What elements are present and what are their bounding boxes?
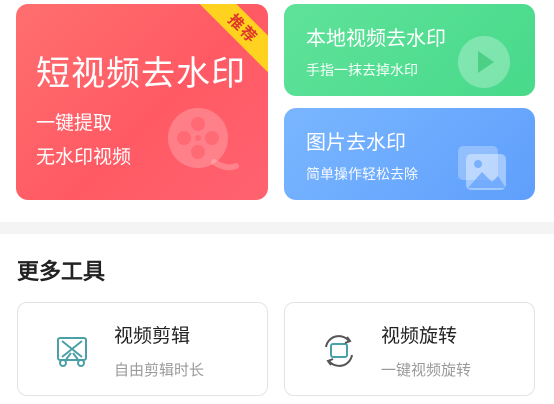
- tool-video-cut[interactable]: 视频剪辑 自由剪辑时长: [17, 302, 268, 396]
- local-card-title: 本地视频去水印: [306, 26, 446, 50]
- play-icon: [458, 36, 510, 88]
- tool-subtitle: 一键视频旋转: [381, 361, 472, 379]
- local-card-subtitle: 手指一抹去掉水印: [306, 63, 418, 79]
- local-video-watermark-card[interactable]: 本地视频去水印 手指一抹去掉水印: [284, 4, 535, 96]
- video-rotate-icon: [325, 335, 353, 367]
- recommend-badge: 推荐: [196, 4, 268, 76]
- more-tools-title: 更多工具: [17, 260, 106, 285]
- video-cut-icon: [57, 337, 87, 367]
- recommend-ribbon: 推荐: [196, 4, 268, 76]
- film-reel-icon: [168, 108, 239, 171]
- short-video-watermark-card[interactable]: 短视频去水印 一键提取 无水印视频 推荐: [16, 4, 268, 200]
- image-card-title: 图片去水印: [306, 130, 406, 154]
- main-card-line2: 无水印视频: [36, 146, 132, 168]
- main-card-line1: 一键提取: [36, 112, 113, 134]
- tool-name: 视频旋转: [381, 325, 458, 347]
- tool-video-rotate[interactable]: 视频旋转 一键视频旋转: [284, 302, 535, 396]
- tool-name: 视频剪辑: [114, 325, 191, 347]
- image-watermark-card[interactable]: 图片去水印 简单操作轻松去除: [284, 108, 535, 200]
- gallery-icon: [458, 146, 506, 190]
- image-card-subtitle: 简单操作轻松去除: [306, 167, 418, 183]
- tool-subtitle: 自由剪辑时长: [114, 361, 205, 379]
- section-divider: [0, 222, 554, 234]
